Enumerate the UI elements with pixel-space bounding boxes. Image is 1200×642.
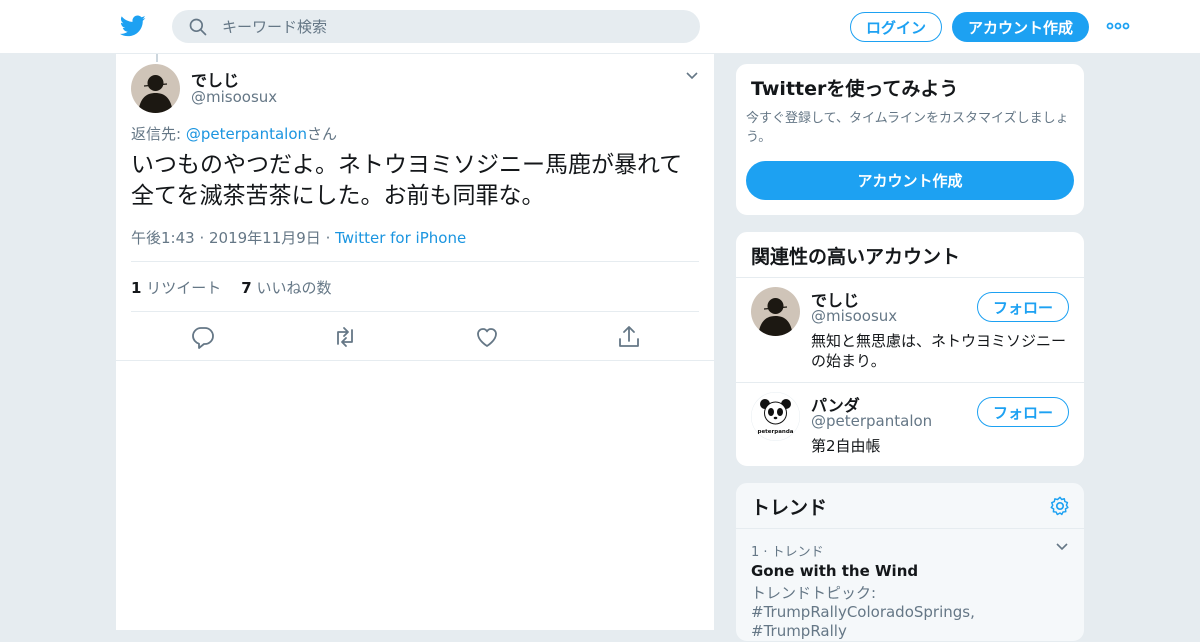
trend-description: トレンドトピック: #TrumpRallyColoradoSprings, #T… xyxy=(751,584,975,640)
signup-promo-card: Twitterを使ってみよう 今すぐ登録して、タイムラインをカスタマイズしましょ… xyxy=(735,63,1085,216)
tweet-action-bar xyxy=(116,322,714,352)
search-box[interactable] xyxy=(172,10,700,43)
like-count: 7 xyxy=(241,279,252,297)
account-handle[interactable]: @misoosux xyxy=(811,307,897,325)
retweet-stat[interactable]: 1 リツイート xyxy=(131,277,221,298)
top-navigation-bar: ログイン アカウント作成 xyxy=(0,0,1200,54)
chevron-down-icon[interactable] xyxy=(684,68,700,84)
trends-title: トレンド xyxy=(751,497,828,519)
create-account-button[interactable]: アカウント作成 xyxy=(746,161,1074,200)
related-accounts-card: 関連性の高いアカウント でしじ @misoosux 無知と無思慮は、ネトウヨミソ… xyxy=(735,231,1085,467)
tweet-metadata: 午後1:43 · 2019年11月9日 · Twitter for iPhone xyxy=(131,227,466,248)
tweet-author-handle[interactable]: @misoosux xyxy=(191,88,277,106)
more-options-icon[interactable] xyxy=(1106,16,1130,36)
divider xyxy=(116,360,714,361)
related-account-item[interactable]: peterpanda パンダ @peterpantalon 第2自由帳 フォロー xyxy=(736,382,1084,466)
meta-separator: · xyxy=(320,229,336,247)
account-handle[interactable]: @peterpantalon xyxy=(811,412,932,430)
chevron-down-icon[interactable] xyxy=(1054,539,1070,555)
related-account-item[interactable]: でしじ @misoosux 無知と無思慮は、ネトウヨミソジニーの始まり。 フォロ… xyxy=(736,277,1084,382)
related-accounts-title: 関連性の高いアカウント xyxy=(751,246,961,268)
account-bio: 無知と無思慮は、ネトウヨミソジニーの始まり。 xyxy=(811,332,1067,370)
signup-button[interactable]: アカウント作成 xyxy=(952,12,1089,42)
gear-icon[interactable] xyxy=(1049,495,1071,517)
account-bio: 第2自由帳 xyxy=(811,437,881,455)
signup-card-title: Twitterを使ってみよう xyxy=(751,78,959,100)
follow-button[interactable]: フォロー xyxy=(977,292,1069,322)
panda-avatar[interactable]: peterpanda xyxy=(751,392,800,441)
login-button[interactable]: ログイン xyxy=(850,12,942,42)
tweet-stats: 1 リツイート 7 いいねの数 xyxy=(131,277,331,298)
like-stat[interactable]: 7 いいねの数 xyxy=(241,277,331,298)
share-icon[interactable] xyxy=(616,324,642,350)
reply-mention-link[interactable]: @peterpantalon xyxy=(186,125,307,143)
search-icon xyxy=(189,18,207,36)
retweet-label: リツイート xyxy=(146,279,222,297)
avatar[interactable] xyxy=(751,287,800,336)
thread-connector-line xyxy=(156,54,158,62)
divider xyxy=(736,528,1084,529)
signup-card-description: 今すぐ登録して、タイムラインをカスタマイズしましょう。 xyxy=(746,111,1069,145)
trend-name[interactable]: Gone with the Wind xyxy=(751,562,918,580)
reply-icon[interactable] xyxy=(190,324,216,350)
trends-card: トレンド 1 · トレンド Gone with the Wind トレンドトピッ… xyxy=(735,482,1085,642)
follow-button[interactable]: フォロー xyxy=(977,397,1069,427)
twitter-bird-icon[interactable] xyxy=(120,13,146,39)
retweet-icon[interactable] xyxy=(332,324,358,350)
tweet-text: いつものやつだよ。ネトウヨミソジニー馬鹿が暴れて全てを滅茶苦茶にした。お前も同罪… xyxy=(131,152,683,209)
reply-prefix: 返信先: xyxy=(131,125,186,143)
avatar[interactable] xyxy=(131,64,180,113)
panda-logo-text: peterpanda xyxy=(758,429,794,435)
tweet-detail-panel: でしじ @misoosux 返信先: @peterpantalonさん いつもの… xyxy=(115,54,715,630)
reply-context: 返信先: @peterpantalonさん xyxy=(131,123,337,144)
retweet-count: 1 xyxy=(131,279,142,297)
reply-suffix: さん xyxy=(307,125,338,143)
divider xyxy=(131,261,699,262)
tweet-source-link[interactable]: Twitter for iPhone xyxy=(335,229,466,247)
heart-icon[interactable] xyxy=(474,324,500,350)
tweet-timestamp[interactable]: 午後1:43 · 2019年11月9日 xyxy=(131,229,321,247)
search-input[interactable] xyxy=(222,10,682,43)
trend-rank: 1 · トレンド xyxy=(751,545,824,560)
like-label: いいねの数 xyxy=(256,279,332,297)
divider xyxy=(131,311,699,312)
